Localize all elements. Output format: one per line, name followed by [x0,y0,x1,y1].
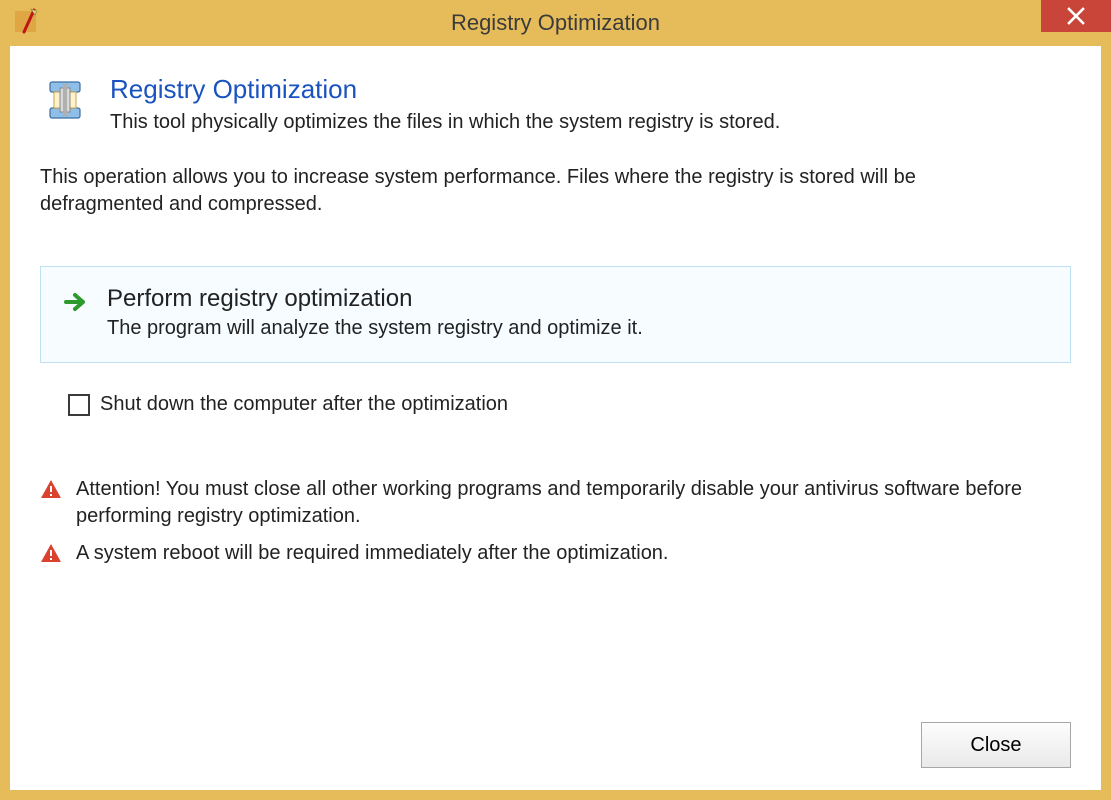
app-icon [12,8,42,38]
warnings: Attention! You must close all other work… [40,476,1071,567]
warning-text: A system reboot will be required immedia… [76,540,669,567]
perform-optimization-button[interactable]: Perform registry optimization The progra… [40,266,1071,363]
shutdown-label: Shut down the computer after the optimiz… [100,393,508,416]
action-subtitle: The program will analyze the system regi… [107,317,643,340]
title-bar[interactable]: Registry Optimization [0,0,1111,46]
shutdown-option[interactable]: Shut down the computer after the optimiz… [68,393,1071,416]
window-close-button[interactable] [1041,0,1111,32]
footer: Close [921,722,1071,768]
close-button[interactable]: Close [921,722,1071,768]
page-title: Registry Optimization [110,74,780,105]
clamp-icon [40,74,92,126]
client-area: Registry Optimization This tool physical… [10,46,1101,790]
page-header: Registry Optimization This tool physical… [40,74,1071,134]
app-window: Registry Optimization Registry Optimizat… [0,0,1111,800]
warning-text: Attention! You must close all other work… [76,476,1071,530]
action-title: Perform registry optimization [107,285,643,313]
warning-item: A system reboot will be required immedia… [40,540,1071,567]
close-icon [1067,7,1085,25]
page-subtitle: This tool physically optimizes the files… [110,111,780,134]
window-title: Registry Optimization [0,10,1111,36]
shutdown-checkbox[interactable] [68,394,90,416]
arrow-right-icon [63,289,89,315]
warning-icon [40,478,62,500]
warning-icon [40,542,62,564]
description-text: This operation allows you to increase sy… [40,164,1040,218]
warning-item: Attention! You must close all other work… [40,476,1071,530]
